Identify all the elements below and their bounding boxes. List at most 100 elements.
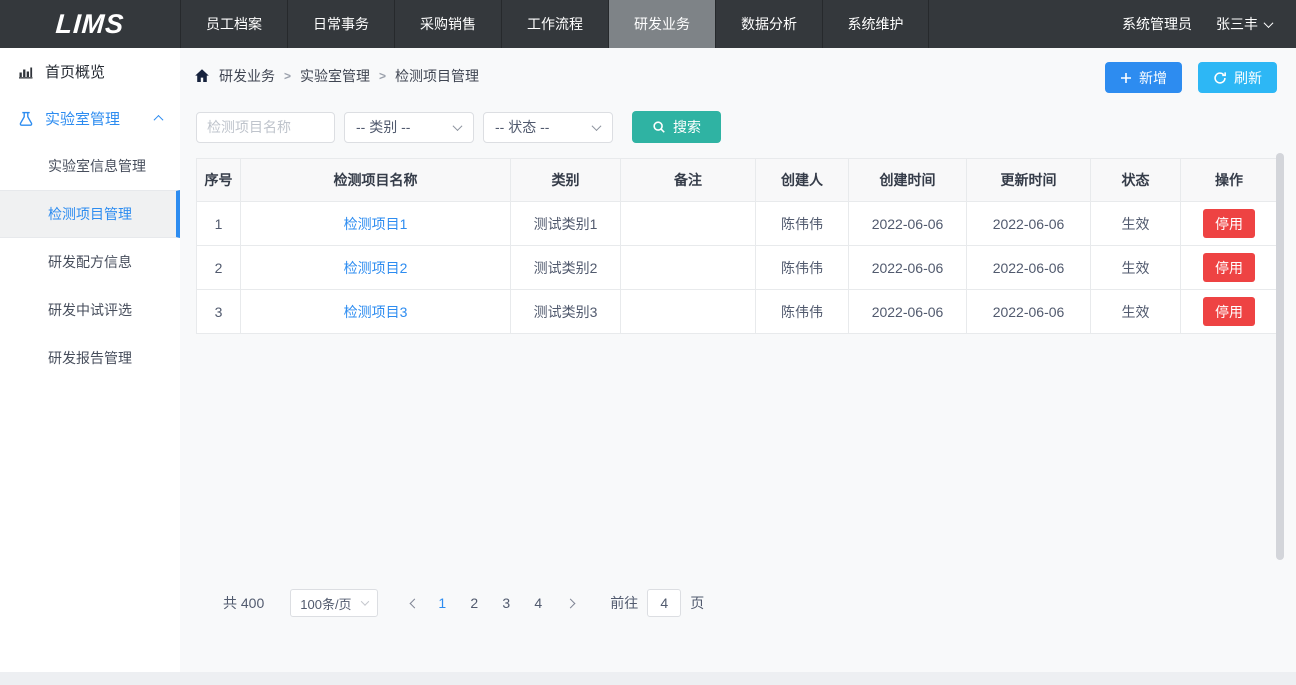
project-link[interactable]: 检测项目1	[344, 216, 408, 232]
cell-category: 测试类别1	[511, 202, 621, 246]
nav-tabs: 员工档案 日常事务 采购销售 工作流程 研发业务 数据分析 系统维护	[180, 0, 929, 48]
page-number-1[interactable]: 1	[429, 595, 455, 611]
chevron-down-icon	[592, 121, 602, 131]
col-remark: 备注	[621, 159, 756, 202]
col-actions: 操作	[1181, 159, 1278, 202]
project-link[interactable]: 检测项目2	[344, 260, 408, 276]
toolbar-actions: 新增 刷新	[1105, 62, 1277, 93]
pagination: 共 400 100条/页 1 2 3 4 前往 页	[223, 589, 704, 617]
cell-created: 2022-06-06	[849, 246, 967, 290]
project-name-input[interactable]	[196, 112, 335, 143]
table-row: 3 检测项目3 测试类别3 陈伟伟 2022-06-06 2022-06-06 …	[197, 290, 1278, 334]
cell-index: 3	[197, 290, 241, 334]
page-number-4[interactable]: 4	[525, 595, 551, 611]
sidebar-item-rd-report-management[interactable]: 研发报告管理	[0, 334, 180, 382]
sidebar: 首页概览 实验室管理 实验室信息管理 检测项目管理 研发配方信息 研发中试评选 …	[0, 48, 180, 672]
project-link[interactable]: 检测项目3	[344, 304, 408, 320]
plus-icon	[1120, 72, 1132, 84]
col-category: 类别	[511, 159, 621, 202]
nav-tab-data-analysis[interactable]: 数据分析	[715, 0, 822, 48]
col-status: 状态	[1091, 159, 1181, 202]
table-row: 2 检测项目2 测试类别2 陈伟伟 2022-06-06 2022-06-06 …	[197, 246, 1278, 290]
col-created-time: 创建时间	[849, 159, 967, 202]
page-number-3[interactable]: 3	[493, 595, 519, 611]
cell-remark	[621, 246, 756, 290]
cell-remark	[621, 290, 756, 334]
content-row: 首页概览 实验室管理 实验室信息管理 检测项目管理 研发配方信息 研发中试评选 …	[0, 48, 1296, 672]
nav-tab-system-maintenance[interactable]: 系统维护	[822, 0, 929, 48]
top-navbar: LIMS 员工档案 日常事务 采购销售 工作流程 研发业务 数据分析 系统维护 …	[0, 0, 1296, 48]
cell-category: 测试类别3	[511, 290, 621, 334]
add-button[interactable]: 新增	[1105, 62, 1182, 93]
nav-tab-rd-business[interactable]: 研发业务	[608, 0, 715, 48]
main-panel: 研发业务 > 实验室管理 > 检测项目管理 新增 刷新 -- 类	[180, 48, 1296, 672]
search-button[interactable]: 搜索	[632, 111, 721, 143]
breadcrumb-item[interactable]: 实验室管理	[300, 66, 370, 86]
cell-remark	[621, 202, 756, 246]
sidebar-item-lab-info-management[interactable]: 实验室信息管理	[0, 142, 180, 190]
goto-page-input[interactable]	[647, 589, 681, 617]
nav-tab-workflow[interactable]: 工作流程	[501, 0, 608, 48]
user-menu[interactable]: 张三丰	[1216, 14, 1272, 34]
breadcrumb-item[interactable]: 检测项目管理	[395, 66, 479, 86]
col-project-name: 检测项目名称	[241, 159, 511, 202]
chevron-left-icon	[409, 598, 419, 608]
search-icon	[652, 120, 666, 134]
cell-index: 2	[197, 246, 241, 290]
cell-created: 2022-06-06	[849, 290, 967, 334]
page-number-2[interactable]: 2	[461, 595, 487, 611]
sidebar-item-rd-pilot-selection[interactable]: 研发中试评选	[0, 286, 180, 334]
disable-button[interactable]: 停用	[1203, 297, 1255, 326]
breadcrumb-item[interactable]: 研发业务	[219, 66, 275, 86]
nav-tab-purchase-sales[interactable]: 采购销售	[394, 0, 501, 48]
navbar-user-area: 系统管理员 张三丰	[1122, 0, 1296, 48]
status-select[interactable]: -- 状态 --	[483, 112, 613, 143]
cell-updated: 2022-06-06	[967, 290, 1091, 334]
filter-row: -- 类别 -- -- 状态 -- 搜索	[196, 111, 721, 143]
sidebar-item-test-project-management[interactable]: 检测项目管理	[0, 190, 180, 238]
status-badge: 生效	[1091, 290, 1181, 334]
goto-label: 前往	[610, 593, 638, 613]
col-index: 序号	[197, 159, 241, 202]
page-unit-label: 页	[690, 593, 704, 613]
vertical-scrollbar[interactable]	[1276, 153, 1284, 560]
chevron-right-icon	[565, 598, 575, 608]
test-project-table: 序号 检测项目名称 类别 备注 创建人 创建时间 更新时间 状态 操作	[196, 158, 1277, 334]
table-row: 1 检测项目1 测试类别1 陈伟伟 2022-06-06 2022-06-06 …	[197, 202, 1278, 246]
col-updated-time: 更新时间	[967, 159, 1091, 202]
status-badge: 生效	[1091, 246, 1181, 290]
chevron-down-icon	[453, 121, 463, 131]
prev-page-button[interactable]	[402, 589, 426, 617]
home-icon[interactable]	[194, 68, 210, 84]
breadcrumb: 研发业务 > 实验室管理 > 检测项目管理	[194, 60, 479, 92]
chevron-down-icon	[1264, 18, 1274, 28]
sidebar-group-lab-management[interactable]: 实验室管理	[0, 95, 180, 142]
disable-button[interactable]: 停用	[1203, 209, 1255, 238]
table-header-row: 序号 检测项目名称 类别 备注 创建人 创建时间 更新时间 状态 操作	[197, 159, 1278, 202]
disable-button[interactable]: 停用	[1203, 253, 1255, 282]
app-root: LIMS 员工档案 日常事务 采购销售 工作流程 研发业务 数据分析 系统维护 …	[0, 0, 1296, 685]
next-page-button[interactable]	[558, 589, 582, 617]
chevron-down-icon	[361, 597, 369, 605]
chevron-up-icon	[154, 115, 164, 125]
page-size-select[interactable]: 100条/页	[290, 589, 378, 617]
refresh-button[interactable]: 刷新	[1198, 62, 1277, 93]
cell-creator: 陈伟伟	[756, 290, 849, 334]
app-logo: LIMS	[0, 0, 182, 48]
cell-updated: 2022-06-06	[967, 202, 1091, 246]
nav-tab-daily-affairs[interactable]: 日常事务	[287, 0, 394, 48]
cell-updated: 2022-06-06	[967, 246, 1091, 290]
total-count-label: 共 400	[223, 593, 264, 613]
cell-index: 1	[197, 202, 241, 246]
flask-icon	[18, 111, 34, 127]
sidebar-item-rd-formula-info[interactable]: 研发配方信息	[0, 238, 180, 286]
breadcrumb-separator: >	[379, 69, 386, 83]
cell-creator: 陈伟伟	[756, 202, 849, 246]
category-select[interactable]: -- 类别 --	[344, 112, 474, 143]
bar-chart-icon	[18, 64, 34, 80]
user-name-label: 张三丰	[1216, 14, 1258, 34]
nav-tab-employee-archive[interactable]: 员工档案	[180, 0, 287, 48]
breadcrumb-separator: >	[284, 69, 291, 83]
cell-creator: 陈伟伟	[756, 246, 849, 290]
sidebar-item-home-overview[interactable]: 首页概览	[0, 48, 180, 95]
